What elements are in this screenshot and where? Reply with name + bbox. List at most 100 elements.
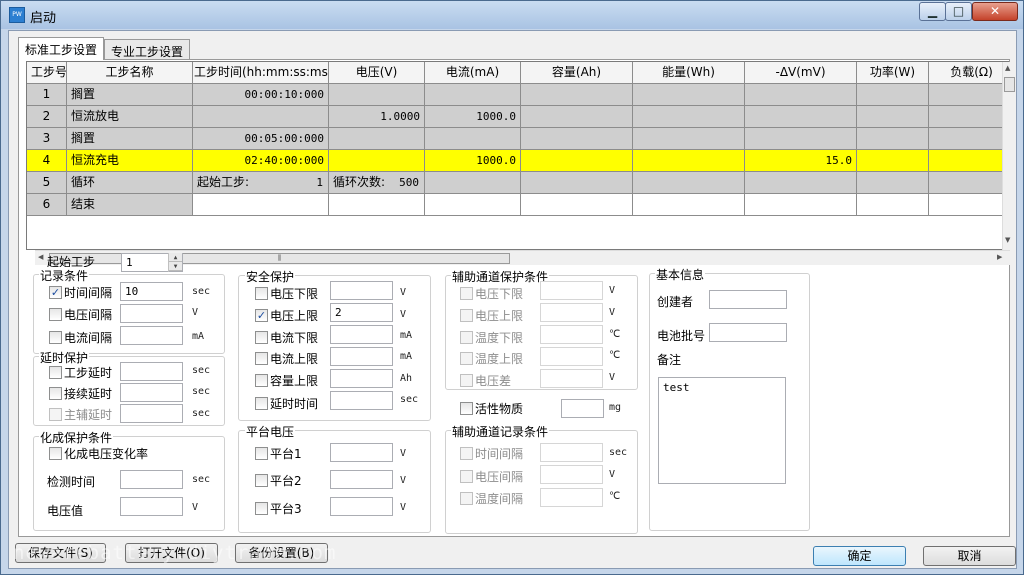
scrollbar-thumb[interactable]: ⫼ [49, 253, 510, 264]
col-header-load[interactable]: 负载(Ω) [929, 62, 1008, 84]
time-interval-input[interactable]: 10 [120, 282, 183, 301]
col-header-step-no[interactable]: 工步号 [27, 62, 67, 84]
close-button[interactable]: ✕ [972, 2, 1018, 21]
maximize-button[interactable]: □ [945, 2, 972, 21]
cell-power[interactable] [857, 150, 929, 172]
platform3-input[interactable] [330, 497, 393, 516]
table-row[interactable]: 2 恒流放电 1.0000 1000.0 [27, 106, 1008, 128]
current-interval-input[interactable] [120, 326, 183, 345]
spin-down-icon[interactable]: ▼ [169, 262, 182, 271]
start-step-spinner[interactable]: 1 ▲ ▼ [121, 253, 183, 272]
cell-voltage[interactable]: 1.0000 [329, 106, 425, 128]
cell-loop-start[interactable]: 起始工步: 1 [193, 172, 329, 194]
cell-step-time[interactable]: 00:05:00:000 [193, 128, 329, 150]
scroll-right-icon[interactable]: ▶ [997, 253, 1002, 261]
spinner-buttons[interactable]: ▲ ▼ [168, 253, 182, 272]
capacity-upper-input[interactable] [330, 369, 393, 388]
platform1-checkbox[interactable] [255, 447, 268, 460]
cell-step-name[interactable]: 恒流充电 [67, 150, 193, 172]
cell-voltage[interactable] [329, 150, 425, 172]
ok-button[interactable]: 确定 [813, 546, 906, 566]
current-upper-input[interactable] [330, 347, 393, 366]
cell-load[interactable] [929, 128, 1008, 150]
cell-loop-count[interactable]: 循环次数: 500 [329, 172, 425, 194]
voltage-value-input[interactable] [120, 497, 183, 516]
cell-step-name[interactable]: 循环 [67, 172, 193, 194]
col-header-step-time[interactable]: 工步时间(hh:mm:ss:ms) [193, 62, 329, 84]
cell-energy[interactable] [633, 150, 745, 172]
cell-capacity[interactable] [521, 106, 633, 128]
platform1-input[interactable] [330, 443, 393, 462]
minimize-button[interactable]: ▁ [919, 2, 946, 21]
table-row[interactable]: 6 结束 [27, 194, 1008, 216]
col-header-energy[interactable]: 能量(Wh) [633, 62, 745, 84]
tab-standard-step[interactable]: 标准工步设置 [18, 37, 105, 60]
active-material-checkbox[interactable] [460, 402, 473, 415]
time-interval-checkbox[interactable]: ✓ [49, 286, 62, 299]
cell-step-time[interactable]: 00:00:10:000 [193, 84, 329, 106]
table-row-selected[interactable]: 4 恒流充电 02:40:00:000 1000.0 15.0 [27, 150, 1008, 172]
cell-voltage[interactable] [329, 128, 425, 150]
cell-step-time[interactable] [193, 106, 329, 128]
platform2-checkbox[interactable] [255, 474, 268, 487]
current-lower-input[interactable] [330, 325, 393, 344]
cell-step-name[interactable]: 结束 [67, 194, 193, 216]
tab-professional-step[interactable]: 专业工步设置 [104, 39, 191, 60]
delay-time-checkbox[interactable] [255, 397, 268, 410]
battery-batch-input[interactable] [709, 323, 787, 342]
cell-power[interactable] [857, 106, 929, 128]
cell-step-time[interactable]: 02:40:00:000 [193, 150, 329, 172]
voltage-upper-checkbox[interactable]: ✓ [255, 309, 268, 322]
voltage-lower-input[interactable] [330, 281, 393, 300]
cell-voltage[interactable] [329, 84, 425, 106]
cell-capacity[interactable] [521, 84, 633, 106]
current-lower-checkbox[interactable] [255, 331, 268, 344]
platform2-input[interactable] [330, 470, 393, 489]
cell-capacity[interactable] [521, 150, 633, 172]
cell-current[interactable]: 1000.0 [425, 150, 521, 172]
table-row[interactable]: 5 循环 起始工步: 1 循环次数: 500 [27, 172, 1008, 194]
cell-delta-v[interactable]: 15.0 [745, 150, 857, 172]
cell-step-name[interactable]: 恒流放电 [67, 106, 193, 128]
creator-input[interactable] [709, 290, 787, 309]
col-header-current[interactable]: 电流(mA) [425, 62, 521, 84]
cell-delta-v[interactable] [745, 84, 857, 106]
cell-current[interactable] [425, 128, 521, 150]
title-bar[interactable]: PW 启动 ▁ □ ✕ [1, 1, 1023, 29]
current-interval-checkbox[interactable] [49, 331, 62, 344]
platform3-checkbox[interactable] [255, 502, 268, 515]
step-grid[interactable]: 工步号 工步名称 工步时间(hh:mm:ss:ms) 电压(V) 电流(mA) … [26, 61, 1009, 250]
remark-textarea[interactable]: test [658, 377, 786, 484]
table-row[interactable]: 1 搁置 00:00:10:000 [27, 84, 1008, 106]
voltage-lower-checkbox[interactable] [255, 287, 268, 300]
spin-up-icon[interactable]: ▲ [169, 253, 182, 262]
cell-load[interactable] [929, 84, 1008, 106]
table-row[interactable]: 3 搁置 00:05:00:000 [27, 128, 1008, 150]
scrollbar-thumb[interactable] [1004, 77, 1015, 92]
cell-capacity[interactable] [521, 128, 633, 150]
col-header-capacity[interactable]: 容量(Ah) [521, 62, 633, 84]
cell-delta-v[interactable] [745, 128, 857, 150]
cell-step-name[interactable]: 搁置 [67, 84, 193, 106]
scroll-down-icon[interactable]: ▼ [1005, 236, 1010, 244]
formation-rate-checkbox[interactable] [49, 447, 62, 460]
active-material-input[interactable] [561, 399, 604, 418]
cancel-button[interactable]: 取消 [923, 546, 1016, 566]
voltage-interval-input[interactable] [120, 304, 183, 323]
connect-delay-input[interactable] [120, 383, 183, 402]
cell-step-name[interactable]: 搁置 [67, 128, 193, 150]
scroll-left-icon[interactable]: ◀ [38, 253, 43, 261]
aux-delay-input[interactable] [120, 404, 183, 423]
col-header-power[interactable]: 功率(W) [857, 62, 929, 84]
step-delay-checkbox[interactable] [49, 366, 62, 379]
voltage-upper-input[interactable]: 2 [330, 303, 393, 322]
cell-delta-v[interactable] [745, 106, 857, 128]
col-header-voltage[interactable]: 电压(V) [329, 62, 425, 84]
col-header-step-name[interactable]: 工步名称 [67, 62, 193, 84]
detect-time-input[interactable] [120, 470, 183, 489]
capacity-upper-checkbox[interactable] [255, 374, 268, 387]
grid-vertical-scrollbar[interactable]: ▲ ▼ [1002, 62, 1016, 250]
delay-time-input[interactable] [330, 391, 393, 410]
current-upper-checkbox[interactable] [255, 352, 268, 365]
voltage-interval-checkbox[interactable] [49, 308, 62, 321]
